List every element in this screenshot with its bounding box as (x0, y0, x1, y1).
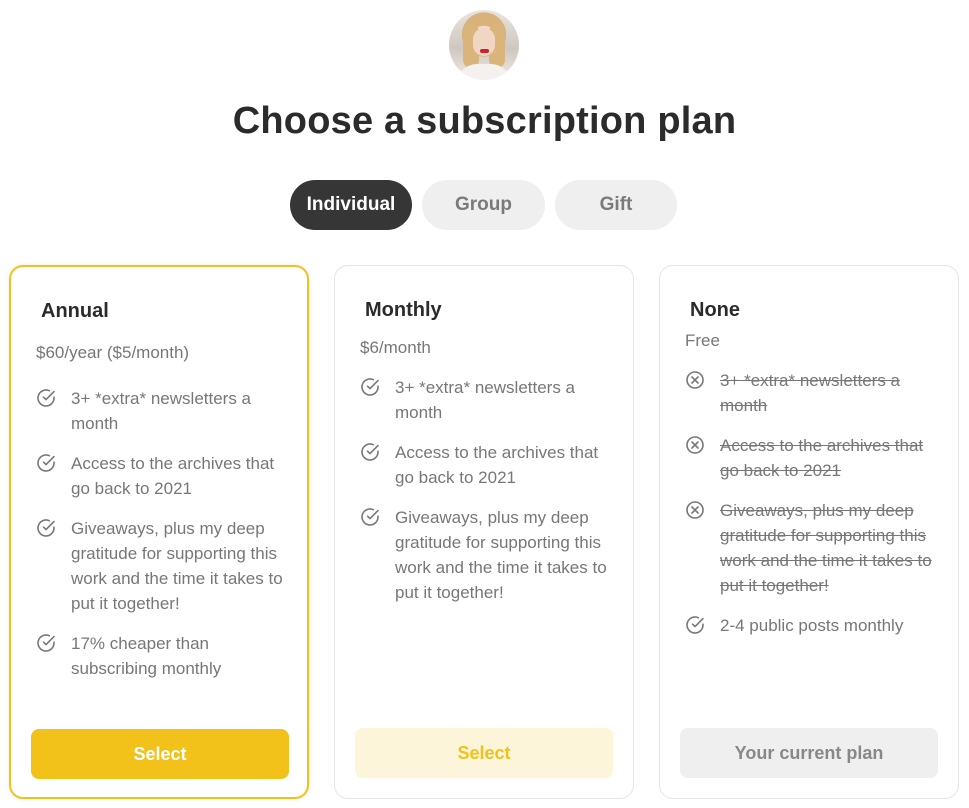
list-item: Access to the archives that go back to 2… (360, 440, 619, 490)
plan-card-monthly[interactable]: Monthly $6/month 3+ *extra* newsletters … (334, 265, 634, 799)
feature-text: 3+ *extra* newsletters a month (71, 389, 252, 433)
feature-text: Giveaways, plus my deep gratitude for su… (71, 519, 283, 613)
list-item: Access to the archives that go back to 2… (685, 433, 944, 483)
plan-name: Monthly (365, 299, 442, 321)
select-annual-button[interactable]: Select (31, 729, 289, 779)
feature-list: 3+ *extra* newsletters a month Access to… (36, 386, 293, 696)
list-item: Giveaways, plus my deep gratitude for su… (36, 516, 293, 616)
check-circle-icon (686, 616, 704, 634)
feature-list: 3+ *extra* newsletters a month Access to… (360, 375, 619, 620)
x-circle-icon (686, 501, 704, 519)
list-item: 3+ *extra* newsletters a month (36, 386, 293, 436)
check-circle-icon (37, 634, 55, 652)
feature-text: Giveaways, plus my deep gratitude for su… (720, 501, 932, 595)
current-plan-button[interactable]: Your current plan (680, 728, 938, 778)
plan-price: $60/year ($5/month) (36, 343, 190, 362)
x-circle-icon (686, 436, 704, 454)
feature-text: Giveaways, plus my deep gratitude for su… (395, 508, 607, 602)
feature-text: Access to the archives that go back to 2… (395, 443, 599, 487)
feature-text: 3+ *extra* newsletters a month (395, 378, 576, 422)
list-item: Giveaways, plus my deep gratitude for su… (685, 498, 944, 598)
check-circle-icon (361, 508, 379, 526)
feature-list: 3+ *extra* newsletters a month Access to… (685, 368, 944, 653)
check-circle-icon (37, 454, 55, 472)
plan-price: $6/month (360, 338, 431, 357)
plan-card-none[interactable]: None Free 3+ *extra* newsletters a month… (659, 265, 959, 799)
list-item: 17% cheaper than subscribing monthly (36, 631, 293, 681)
tab-individual[interactable]: Individual (290, 180, 412, 230)
x-circle-icon (686, 371, 704, 389)
plan-name: None (690, 299, 740, 321)
tab-group[interactable]: Group (422, 180, 545, 230)
check-circle-icon (37, 389, 55, 407)
page-title: Choose a subscription plan (232, 100, 737, 142)
tab-gift[interactable]: Gift (555, 180, 677, 230)
check-circle-icon (37, 519, 55, 537)
list-item: 3+ *extra* newsletters a month (685, 368, 944, 418)
list-item: 3+ *extra* newsletters a month (360, 375, 619, 425)
author-avatar (449, 10, 519, 80)
feature-text: 17% cheaper than subscribing monthly (71, 634, 222, 678)
feature-text: 3+ *extra* newsletters a month (720, 371, 901, 415)
list-item: Access to the archives that go back to 2… (36, 451, 293, 501)
plan-price: Free (685, 331, 720, 350)
select-monthly-button[interactable]: Select (355, 728, 613, 778)
list-item: 2-4 public posts monthly (685, 613, 944, 638)
feature-text: Access to the archives that go back to 2… (71, 454, 275, 498)
check-circle-icon (361, 378, 379, 396)
list-item: Giveaways, plus my deep gratitude for su… (360, 505, 619, 605)
feature-text: Access to the archives that go back to 2… (720, 436, 924, 480)
plan-card-annual[interactable]: Annual $60/year ($5/month) 3+ *extra* ne… (9, 265, 309, 799)
check-circle-icon (361, 443, 379, 461)
feature-text: 2-4 public posts monthly (720, 616, 904, 635)
plan-name: Annual (41, 300, 109, 322)
